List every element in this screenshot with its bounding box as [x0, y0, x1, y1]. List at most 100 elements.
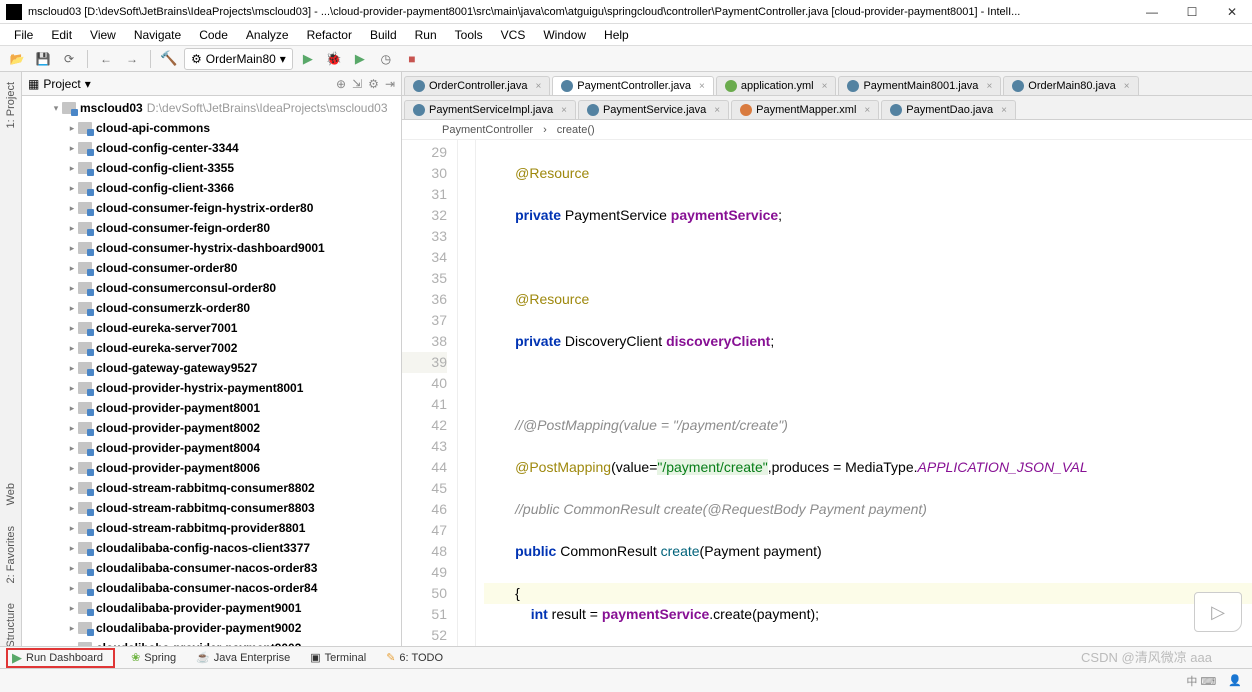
tree-module-item[interactable]: ▸cloud-provider-payment8001 — [22, 398, 401, 418]
tree-module-item[interactable]: ▸cloud-stream-rabbitmq-consumer8802 — [22, 478, 401, 498]
editor-tab[interactable]: PaymentMain8001.java× — [838, 76, 1001, 95]
save-icon[interactable]: 💾 — [32, 48, 54, 70]
arrow-collapsed-icon[interactable]: ▸ — [66, 383, 78, 394]
terminal-button[interactable]: ▣ Terminal — [306, 650, 370, 665]
tree-module-item[interactable]: ▸cloud-consumerzk-order80 — [22, 298, 401, 318]
arrow-collapsed-icon[interactable]: ▸ — [66, 263, 78, 274]
chevron-down-icon[interactable]: ▾ — [85, 77, 91, 91]
arrow-collapsed-icon[interactable]: ▸ — [66, 303, 78, 314]
tree-module-item[interactable]: ▸cloud-eureka-server7001 — [22, 318, 401, 338]
arrow-collapsed-icon[interactable]: ▸ — [66, 443, 78, 454]
arrow-collapsed-icon[interactable]: ▸ — [66, 463, 78, 474]
menu-run[interactable]: Run — [407, 26, 445, 44]
tree-module-item[interactable]: ▸cloudalibaba-config-nacos-client3377 — [22, 538, 401, 558]
editor-tab[interactable]: PaymentService.java× — [578, 100, 729, 119]
editor-tab[interactable]: OrderMain80.java× — [1003, 76, 1138, 95]
tree-root[interactable]: ▾ mscloud03 D:\devSoft\JetBrains\IdeaPro… — [22, 98, 401, 118]
arrow-collapsed-icon[interactable]: ▸ — [66, 403, 78, 414]
close-icon[interactable]: × — [1124, 81, 1130, 92]
arrow-collapsed-icon[interactable]: ▸ — [66, 543, 78, 554]
arrow-collapsed-icon[interactable]: ▸ — [66, 603, 78, 614]
project-tree[interactable]: ▾ mscloud03 D:\devSoft\JetBrains\IdeaPro… — [22, 96, 401, 670]
tree-module-item[interactable]: ▸cloud-stream-rabbitmq-provider8801 — [22, 518, 401, 538]
forward-icon[interactable]: → — [121, 48, 143, 70]
back-icon[interactable]: ← — [95, 48, 117, 70]
floating-play-icon[interactable]: ▷ — [1194, 592, 1242, 632]
arrow-collapsed-icon[interactable]: ▸ — [66, 503, 78, 514]
editor-tab[interactable]: application.yml× — [716, 76, 837, 95]
menu-view[interactable]: View — [82, 26, 124, 44]
avatar-icon[interactable]: 👤 — [1228, 674, 1242, 687]
close-icon[interactable]: × — [699, 81, 705, 92]
close-button[interactable]: ✕ — [1218, 2, 1246, 22]
arrow-collapsed-icon[interactable]: ▸ — [66, 583, 78, 594]
close-icon[interactable]: × — [714, 105, 720, 116]
close-icon[interactable]: × — [561, 105, 567, 116]
editor-tab[interactable]: PaymentDao.java× — [881, 100, 1016, 119]
tree-module-item[interactable]: ▸cloud-consumer-hystrix-dashboard9001 — [22, 238, 401, 258]
minimize-button[interactable]: — — [1138, 2, 1166, 22]
tree-module-item[interactable]: ▸cloudalibaba-consumer-nacos-order84 — [22, 578, 401, 598]
tree-module-item[interactable]: ▸cloud-consumerconsul-order80 — [22, 278, 401, 298]
code-content[interactable]: @Resource private PaymentService payment… — [476, 140, 1252, 670]
tree-module-item[interactable]: ▸cloudalibaba-provider-payment9002 — [22, 618, 401, 638]
profile-icon[interactable]: ◷ — [375, 48, 397, 70]
tree-module-item[interactable]: ▸cloud-provider-payment8004 — [22, 438, 401, 458]
close-icon[interactable]: × — [1001, 105, 1007, 116]
tree-module-item[interactable]: ▸cloud-eureka-server7002 — [22, 338, 401, 358]
tab-favorites[interactable]: 2: Favorites — [3, 516, 19, 593]
debug-icon[interactable]: 🐞 — [323, 48, 345, 70]
arrow-collapsed-icon[interactable]: ▸ — [66, 563, 78, 574]
run-dashboard-button[interactable]: ▶ Run Dashboard — [6, 648, 115, 668]
spring-button[interactable]: ❀ Spring — [127, 650, 180, 665]
code-editor[interactable]: 2930313233343536373839404142434445464748… — [402, 140, 1252, 670]
menu-help[interactable]: Help — [596, 26, 637, 44]
menu-edit[interactable]: Edit — [43, 26, 80, 44]
tree-module-item[interactable]: ▸cloud-consumer-feign-hystrix-order80 — [22, 198, 401, 218]
hide-icon[interactable]: ⇥ — [385, 77, 395, 91]
tree-module-item[interactable]: ▸cloud-config-client-3355 — [22, 158, 401, 178]
java-ee-button[interactable]: ☕ Java Enterprise — [192, 650, 294, 665]
arrow-collapsed-icon[interactable]: ▸ — [66, 243, 78, 254]
run-icon[interactable]: ▶ — [297, 48, 319, 70]
target-icon[interactable]: ⊕ — [336, 77, 346, 91]
run-config-selector[interactable]: ⚙ OrderMain80 ▾ — [184, 48, 293, 70]
close-icon[interactable]: × — [986, 81, 992, 92]
menu-code[interactable]: Code — [191, 26, 236, 44]
open-icon[interactable]: 📂 — [6, 48, 28, 70]
build-icon[interactable]: 🔨 — [158, 48, 180, 70]
arrow-collapsed-icon[interactable]: ▸ — [66, 123, 78, 134]
tree-module-item[interactable]: ▸cloud-stream-rabbitmq-consumer8803 — [22, 498, 401, 518]
arrow-collapsed-icon[interactable]: ▸ — [66, 343, 78, 354]
arrow-collapsed-icon[interactable]: ▸ — [66, 163, 78, 174]
arrow-collapsed-icon[interactable]: ▸ — [66, 523, 78, 534]
arrow-expanded-icon[interactable]: ▾ — [50, 103, 62, 114]
menu-build[interactable]: Build — [362, 26, 405, 44]
editor-tab[interactable]: PaymentMapper.xml× — [731, 100, 879, 119]
tree-module-item[interactable]: ▸cloud-consumer-feign-order80 — [22, 218, 401, 238]
breadcrumb-class[interactable]: PaymentController — [442, 124, 533, 136]
editor-tab[interactable]: OrderController.java× — [404, 76, 550, 95]
run-coverage-icon[interactable]: ▶ — [349, 48, 371, 70]
menu-window[interactable]: Window — [535, 26, 594, 44]
tab-web[interactable]: Web — [3, 473, 19, 515]
tree-module-item[interactable]: ▸cloud-provider-hystrix-payment8001 — [22, 378, 401, 398]
breadcrumb-method[interactable]: create() — [557, 124, 595, 136]
close-icon[interactable]: × — [822, 81, 828, 92]
gear-icon[interactable]: ⚙ — [368, 77, 379, 91]
arrow-collapsed-icon[interactable]: ▸ — [66, 223, 78, 234]
tree-module-item[interactable]: ▸cloud-config-center-3344 — [22, 138, 401, 158]
menu-refactor[interactable]: Refactor — [299, 26, 360, 44]
collapse-icon[interactable]: ⇲ — [352, 77, 362, 91]
arrow-collapsed-icon[interactable]: ▸ — [66, 623, 78, 634]
sync-icon[interactable]: ⟳ — [58, 48, 80, 70]
arrow-collapsed-icon[interactable]: ▸ — [66, 483, 78, 494]
stop-icon[interactable]: ■ — [401, 48, 423, 70]
arrow-collapsed-icon[interactable]: ▸ — [66, 363, 78, 374]
editor-tab[interactable]: PaymentController.java× — [552, 76, 714, 95]
editor-tab[interactable]: PaymentServiceImpl.java× — [404, 100, 576, 119]
arrow-collapsed-icon[interactable]: ▸ — [66, 143, 78, 154]
tab-project[interactable]: 1: Project — [3, 72, 19, 138]
menu-tools[interactable]: Tools — [447, 26, 491, 44]
arrow-collapsed-icon[interactable]: ▸ — [66, 323, 78, 334]
